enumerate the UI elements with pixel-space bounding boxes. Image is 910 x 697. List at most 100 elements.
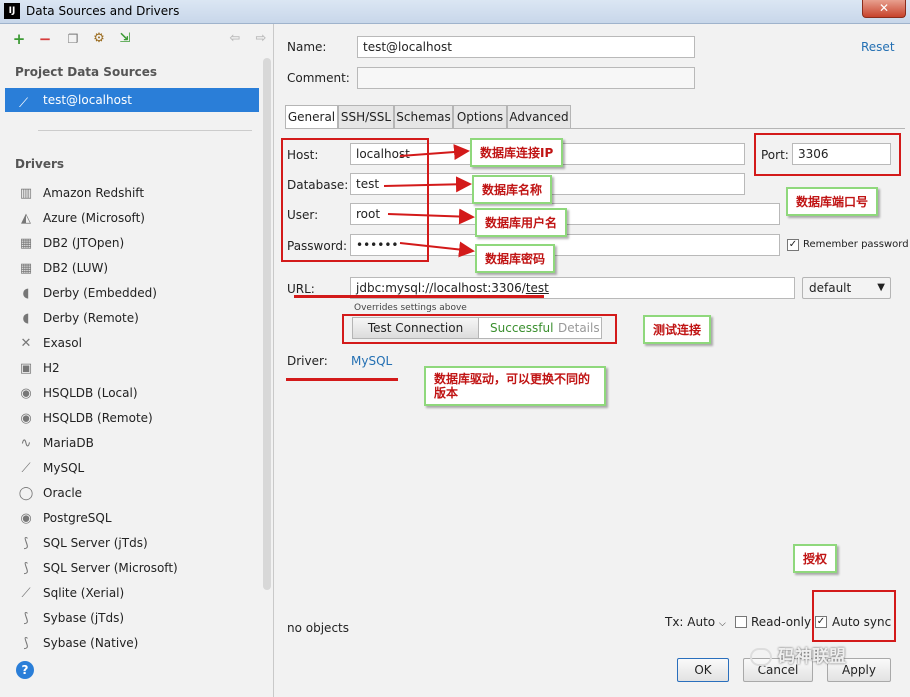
ok-button[interactable]: OK xyxy=(677,658,729,682)
title-bar: IJ Data Sources and Drivers ✕ xyxy=(0,0,910,24)
remember-password-checkbox[interactable]: ✓ xyxy=(787,239,799,251)
url-mode-select[interactable]: default ▼ xyxy=(802,277,891,299)
driver-item[interactable]: ✕ Exasol xyxy=(14,331,260,356)
tab-general[interactable]: General xyxy=(285,105,338,129)
driver-item[interactable]: ⟆ SQL Server (Microsoft) xyxy=(14,556,260,581)
pipe-icon: ⟆ xyxy=(23,561,29,576)
elephant-icon: ◉ xyxy=(20,511,32,526)
reset-link[interactable]: Reset xyxy=(861,40,895,54)
elephant-icon: ◉ xyxy=(20,386,32,401)
data-source-item[interactable]: ⟋ test@localhost xyxy=(5,88,259,112)
driver-label: Oracle xyxy=(43,486,83,500)
window-title: Data Sources and Drivers xyxy=(26,4,180,18)
driver-item[interactable]: ◖ Derby (Remote) xyxy=(14,306,260,331)
h2-icon: ▣ xyxy=(19,361,33,376)
intellij-icon: IJ xyxy=(4,3,20,19)
driver-item[interactable]: ▦ DB2 (JTOpen) xyxy=(14,231,260,256)
driver-label: SQL Server (Microsoft) xyxy=(43,561,178,575)
driver-item[interactable]: ⟆ Sybase (jTds) xyxy=(14,606,260,631)
driver-item[interactable]: ◉ HSQLDB (Local) xyxy=(14,381,260,406)
port-annotation: 数据库端口号 xyxy=(786,187,879,216)
add-icon[interactable]: + xyxy=(10,30,28,48)
url-prefix: jdbc:mysql://localhost:3306/ xyxy=(356,281,526,295)
separator xyxy=(38,130,252,131)
chevron-down-icon: ⌵ xyxy=(718,619,726,629)
driver-label: HSQLDB (Local) xyxy=(43,386,138,400)
driver-label: Sybase (Native) xyxy=(43,636,139,650)
drivers-list: ▥ Amazon Redshift ◭ Azure (Microsoft) ▦ DB2 (… xyxy=(14,181,260,656)
x-icon: ✕ xyxy=(20,336,32,351)
driver-label: Derby (Remote) xyxy=(43,311,139,325)
driver-item[interactable]: ⟋ Sqlite (Xerial) xyxy=(14,581,260,606)
driver-label: H2 xyxy=(43,361,60,375)
hat-icon: ◖ xyxy=(22,286,30,301)
driver-item[interactable]: ◯ Oracle xyxy=(14,481,260,506)
driver-item[interactable]: ⟆ SQL Server (jTds) xyxy=(14,531,260,556)
help-icon[interactable]: ? xyxy=(16,661,34,679)
pipe-icon: ⟆ xyxy=(23,636,29,651)
wrench-icon[interactable]: ⚙ xyxy=(90,30,108,48)
driver-item[interactable]: ◖ Derby (Embedded) xyxy=(14,281,260,306)
driver-label: Azure (Microsoft) xyxy=(43,211,145,225)
driver-item[interactable]: ∿ MariaDB xyxy=(14,431,260,456)
auto-sync-highlight-box xyxy=(812,590,896,642)
driver-label: Amazon Redshift xyxy=(43,186,145,200)
seal-icon: ∿ xyxy=(20,436,32,451)
tab-schemas[interactable]: Schemas xyxy=(394,105,453,129)
name-field[interactable]: test@localhost xyxy=(357,36,695,58)
triangle-icon: ◭ xyxy=(21,211,31,226)
back-arrow-icon[interactable]: ⇦ xyxy=(226,30,244,48)
data-source-label: test@localhost xyxy=(43,93,132,107)
read-only-label: Read-only xyxy=(751,615,812,629)
driver-item[interactable]: ◉ HSQLDB (Remote) xyxy=(14,406,260,431)
dolphin-icon: ⟋ xyxy=(21,461,31,476)
driver-annotation: 数据库驱动，可以更换不同的版本 xyxy=(424,366,606,406)
tab-options[interactable]: Options xyxy=(453,105,507,129)
wechat-icon xyxy=(750,648,772,666)
forward-arrow-icon[interactable]: ⇨ xyxy=(252,30,270,48)
url-database: test xyxy=(525,281,549,295)
ring-icon: ◯ xyxy=(18,486,34,501)
db-icon: ▥ xyxy=(19,186,33,201)
tx-mode-select[interactable]: Tx: Auto ⌵ xyxy=(665,615,726,629)
driver-item[interactable]: ⟆ Sybase (Native) xyxy=(14,631,260,656)
driver-item[interactable]: ▣ H2 xyxy=(14,356,260,381)
comment-field[interactable] xyxy=(357,67,695,89)
driver-label: Derby (Embedded) xyxy=(43,286,157,300)
driver-link[interactable]: MySQL xyxy=(351,354,392,368)
comment-label: Comment: xyxy=(287,71,350,85)
name-label: Name: xyxy=(287,40,327,54)
driver-item[interactable]: ◉ PostgreSQL xyxy=(14,506,260,531)
import-icon[interactable]: ⇲ xyxy=(116,30,134,48)
password-annotation: 数据库密码 xyxy=(475,244,556,273)
scrollbar[interactable] xyxy=(263,58,271,590)
driver-label: MariaDB xyxy=(43,436,94,450)
url-label: URL: xyxy=(287,282,315,296)
auth-annotation: 授权 xyxy=(793,544,838,573)
feather-icon: ⟋ xyxy=(21,586,31,601)
driver-label: MySQL xyxy=(43,461,85,475)
driver-item[interactable]: ▥ Amazon Redshift xyxy=(14,181,260,206)
pipe-icon: ⟆ xyxy=(23,611,29,626)
dolphin-icon: ⟋ xyxy=(19,96,29,111)
override-note: Overrides settings above xyxy=(354,303,467,313)
port-highlight-box xyxy=(754,133,901,176)
close-button[interactable]: ✕ xyxy=(862,0,906,18)
test-highlight-box xyxy=(342,314,617,344)
tx-mode-label: Tx: Auto xyxy=(665,615,716,629)
driver-item[interactable]: ◭ Azure (Microsoft) xyxy=(14,206,260,231)
duplicate-icon[interactable]: ❐ xyxy=(64,30,82,48)
drivers-label: Drivers xyxy=(15,157,65,171)
remove-icon[interactable]: − xyxy=(36,30,54,48)
read-only-checkbox[interactable] xyxy=(735,616,747,628)
driver-item[interactable]: ⟋ MySQL xyxy=(14,456,260,481)
driver-label: Sybase (jTds) xyxy=(43,611,125,625)
driver-item[interactable]: ▦ DB2 (LUW) xyxy=(14,256,260,281)
watermark-text: 码神联盟 xyxy=(778,647,846,667)
tab-advanced[interactable]: Advanced xyxy=(507,105,571,129)
pipe-icon: ⟆ xyxy=(23,536,29,551)
tab-ssh-ssl[interactable]: SSH/SSL xyxy=(338,105,394,129)
elephant-icon: ◉ xyxy=(20,411,32,426)
grid-icon: ▦ xyxy=(19,236,33,251)
sidebar: + − ❐ ⚙ ⇲ ⇦ ⇨ Project Data Sources ⟋ tes… xyxy=(0,24,274,697)
